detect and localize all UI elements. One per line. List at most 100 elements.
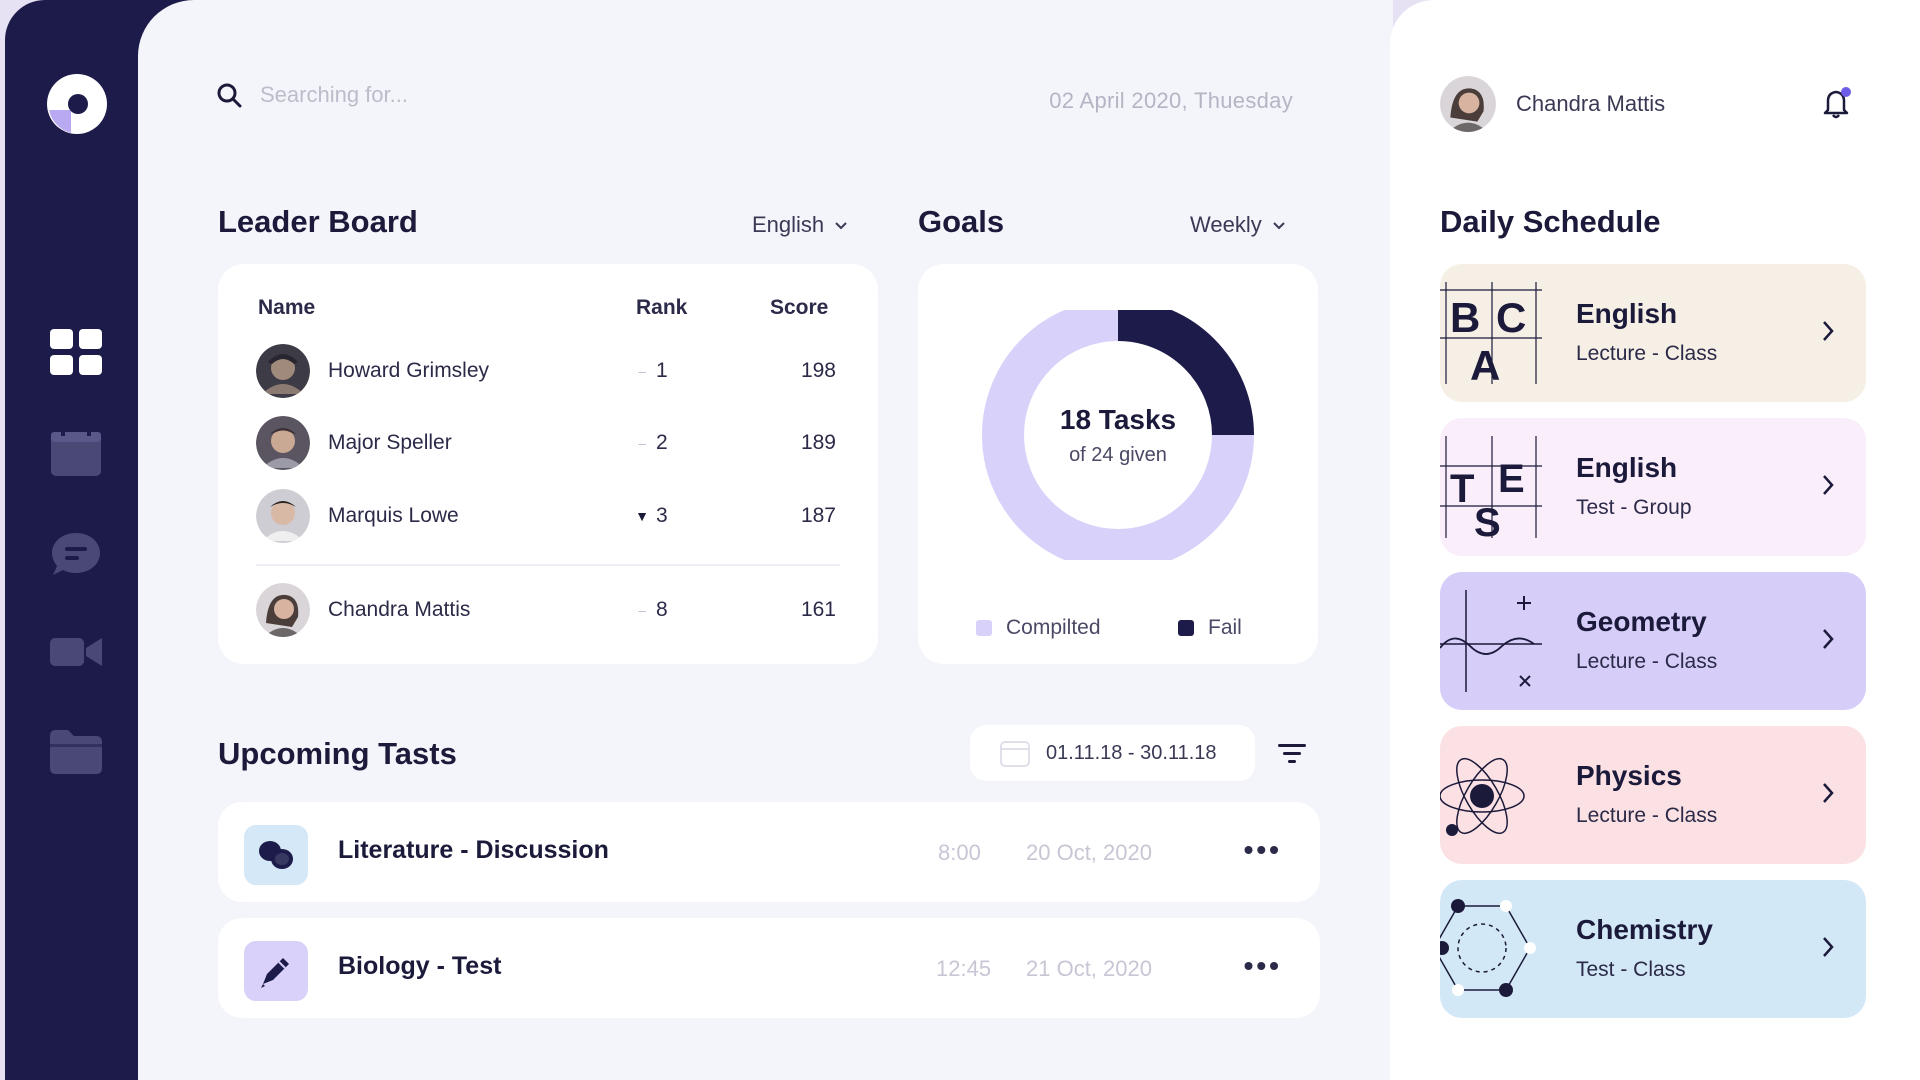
dashboard-icon[interactable]	[50, 326, 102, 378]
date-range-value: 01.11.18 - 30.11.18	[1046, 741, 1217, 764]
goals-period-dropdown[interactable]: Weekly	[1190, 212, 1286, 238]
schedule-subtitle: Lecture - Class	[1576, 650, 1718, 673]
search-bar[interactable]	[216, 82, 560, 108]
leaderboard-row[interactable]: Howard Grimsley – 1 198	[256, 343, 836, 399]
graph-icon	[1440, 590, 1542, 692]
leaderboard-subject-dropdown[interactable]: English	[752, 212, 848, 238]
svg-text:S: S	[1474, 501, 1501, 538]
date-range-picker[interactable]: 01.11.18 - 30.11.18	[970, 725, 1255, 781]
leaderboard-rank: 1	[656, 359, 668, 382]
user-profile[interactable]: Chandra Mattis	[1440, 76, 1665, 132]
schedule-item[interactable]: Chemistry Test - Class	[1440, 880, 1866, 1018]
letters-tes-icon: T E S	[1440, 436, 1542, 538]
main-panel: 02 April 2020, Thuesday Leader Board Eng…	[138, 0, 1393, 1080]
more-options-icon[interactable]: •••	[1244, 950, 1282, 982]
chat-icon[interactable]	[50, 528, 102, 580]
leaderboard-name: Major Speller	[328, 431, 452, 454]
task-row[interactable]: Biology - Test 12:45 21 Oct, 2020 •••	[218, 918, 1320, 1018]
schedule-item[interactable]: Geometry Lecture - Class	[1440, 572, 1866, 710]
leaderboard-title: Leader Board	[218, 204, 418, 239]
rank-trend-icon: ▼	[635, 508, 649, 524]
chat-bubbles-icon	[244, 825, 308, 885]
leaderboard-rank: 8	[656, 598, 668, 621]
leaderboard-name: Howard Grimsley	[328, 359, 490, 382]
calendar-icon	[1000, 741, 1030, 767]
chevron-right-icon	[1823, 475, 1834, 495]
rank-trend-icon: –	[638, 602, 646, 618]
schedule-subtitle: Lecture - Class	[1576, 804, 1718, 827]
goals-period-value: Weekly	[1190, 212, 1262, 237]
goals-title: Goals	[918, 204, 1005, 239]
task-time: 12:45	[936, 956, 992, 981]
column-header-name: Name	[258, 296, 316, 319]
leaderboard-score: 161	[800, 598, 836, 621]
app-logo-icon[interactable]	[45, 72, 109, 136]
schedule-title: Geometry	[1576, 606, 1707, 637]
schedule-title: Chemistry	[1576, 914, 1713, 945]
filter-icon	[1278, 744, 1306, 763]
svg-text:T: T	[1450, 467, 1474, 511]
column-header-rank: Rank	[636, 296, 688, 319]
filter-button[interactable]	[1268, 730, 1316, 778]
leaderboard-name: Chandra Mattis	[328, 598, 471, 621]
avatar	[256, 583, 310, 637]
rank-trend-icon: –	[638, 363, 646, 379]
svg-text:C: C	[1496, 294, 1526, 341]
svg-text:E: E	[1498, 457, 1525, 501]
legend-swatch-completed	[976, 620, 992, 636]
current-date: 02 April 2020, Thuesday	[1049, 88, 1293, 113]
legend-fail: Fail	[1178, 616, 1242, 640]
leaderboard-card: Name Rank Score Howard Grimsley – 1 198 …	[218, 264, 878, 664]
schedule-item[interactable]: Physics Lecture - Class	[1440, 726, 1866, 864]
avatar	[256, 489, 310, 543]
video-icon[interactable]	[50, 626, 102, 678]
svg-text:B: B	[1450, 294, 1480, 341]
letters-bca-icon: B C A	[1440, 282, 1542, 384]
search-input[interactable]	[260, 82, 560, 108]
chevron-right-icon	[1823, 321, 1834, 341]
task-date: 20 Oct, 2020	[1026, 840, 1152, 865]
right-panel: Chandra Mattis Daily Schedule B C A Engl…	[1390, 0, 1920, 1080]
search-icon	[217, 83, 242, 108]
task-row[interactable]: Literature - Discussion 8:00 20 Oct, 202…	[218, 802, 1320, 902]
chevron-down-icon	[1273, 222, 1285, 230]
schedule-subtitle: Lecture - Class	[1576, 342, 1718, 365]
task-date: 21 Oct, 2020	[1026, 956, 1152, 981]
calendar-icon[interactable]	[50, 428, 102, 480]
goals-card: 18 Tasks of 24 given Compilted Fail	[918, 264, 1318, 664]
leaderboard-row-current-user[interactable]: Chandra Mattis – 8 161	[256, 582, 836, 638]
leaderboard-rank: 2	[656, 431, 668, 454]
column-header-score: Score	[770, 296, 829, 319]
schedule-title: Physics	[1576, 760, 1682, 791]
leaderboard-row[interactable]: Major Speller – 2 189	[256, 415, 836, 471]
avatar	[256, 416, 310, 470]
chevron-right-icon	[1823, 629, 1834, 649]
leaderboard-row[interactable]: Marquis Lowe ▼ 3 187	[256, 488, 836, 544]
more-options-icon[interactable]: •••	[1244, 834, 1282, 866]
task-time: 8:00	[938, 840, 981, 865]
atom-icon	[1440, 758, 1525, 836]
chevron-right-icon	[1823, 783, 1834, 803]
schedule-subtitle: Test - Group	[1576, 496, 1692, 519]
schedule-title: English	[1576, 298, 1678, 329]
daily-schedule-title: Daily Schedule	[1440, 204, 1661, 239]
schedule-item[interactable]: T E S English Test - Group	[1440, 418, 1866, 556]
schedule-subtitle: Test - Class	[1576, 958, 1686, 981]
goals-center-sub: of 24 given	[1069, 444, 1167, 466]
schedule-item[interactable]: B C A English Lecture - Class	[1440, 264, 1866, 402]
rank-trend-icon: –	[638, 435, 646, 451]
pen-icon	[244, 941, 308, 1001]
legend-swatch-fail	[1178, 620, 1194, 636]
task-title: Biology - Test	[338, 952, 502, 980]
notification-bell-icon[interactable]	[1820, 86, 1854, 120]
folder-icon[interactable]	[50, 726, 102, 778]
profile-name: Chandra Mattis	[1516, 91, 1666, 116]
leaderboard-score: 189	[800, 431, 836, 454]
avatar	[1440, 76, 1496, 132]
avatar	[256, 344, 310, 398]
molecule-icon	[1440, 899, 1536, 997]
leaderboard-divider	[256, 564, 840, 566]
goals-center-main: 18 Tasks	[1059, 404, 1177, 435]
upcoming-tasks-title: Upcoming Tasts	[218, 736, 457, 771]
leaderboard-subject-value: English	[752, 212, 825, 237]
